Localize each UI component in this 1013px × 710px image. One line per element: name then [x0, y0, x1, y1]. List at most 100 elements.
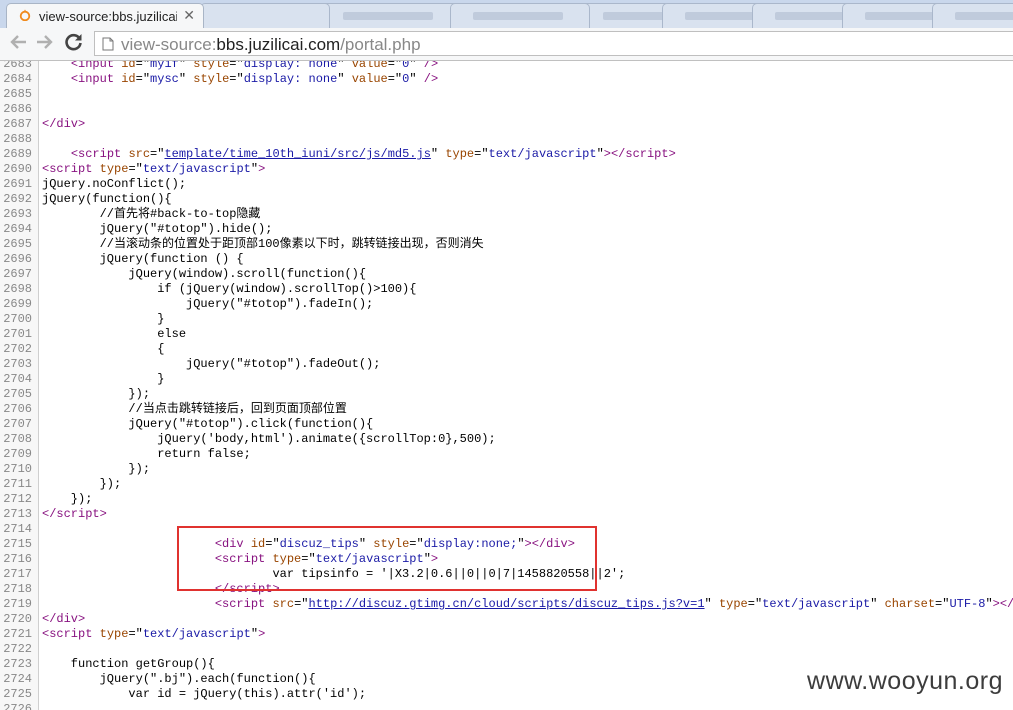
line-number: 2716: [3, 552, 32, 566]
line-code: else: [42, 327, 187, 341]
line-code: </script>: [42, 507, 107, 521]
background-tab[interactable]: [932, 3, 1013, 28]
line-code: jQuery(function(){: [42, 192, 172, 206]
line-code: jQuery("#totop").fadeIn();: [42, 297, 374, 311]
line-number: 2686: [3, 102, 32, 116]
background-tab[interactable]: [450, 3, 590, 28]
line-number: 2697: [3, 267, 32, 281]
source-line: 2705 });: [0, 387, 1013, 402]
source-line: 2703 jQuery("#totop").fadeOut();: [0, 357, 1013, 372]
line-number: 2700: [3, 312, 32, 326]
line-code: <script type="text/javascript">: [42, 162, 266, 176]
line-number: 2707: [3, 417, 32, 431]
line-code: <script src="template/time_10th_iuni/src…: [70, 147, 676, 161]
source-line: 2722: [0, 642, 1013, 657]
line-number: 2722: [3, 642, 32, 656]
line-number: 2720: [3, 612, 32, 626]
line-number: 2715: [3, 537, 32, 551]
source-line: 2695 //当滚动条的位置处于距顶部100像素以下时，跳转链接出现，否则消失: [0, 237, 1013, 252]
line-code: jQuery(window).scroll(function(){: [42, 267, 367, 281]
line-number: 2726: [3, 702, 32, 710]
line-code: </div>: [42, 612, 86, 626]
line-number: 2689: [3, 147, 32, 161]
source-line: 2684 <input id="mysc" style="display: no…: [0, 72, 1013, 87]
url-path: /portal.php: [340, 35, 421, 54]
address-bar[interactable]: view-source:bbs.juzilicai.com/portal.php: [94, 31, 1013, 56]
line-code: });: [42, 387, 151, 401]
line-number: 2721: [3, 627, 32, 641]
source-line: 2710 });: [0, 462, 1013, 477]
source-line: 2704 }: [0, 372, 1013, 387]
line-number: 2696: [3, 252, 32, 266]
line-number: 2713: [3, 507, 32, 521]
background-tab[interactable]: [842, 3, 955, 28]
line-number: 2723: [3, 657, 32, 671]
line-number: 2717: [3, 567, 32, 581]
source-line: 2687 </div>: [0, 117, 1013, 132]
line-code: }: [42, 312, 165, 326]
line-code: <script src="http://discuz.gtimg.cn/clou…: [214, 597, 1013, 611]
line-number: 2699: [3, 297, 32, 311]
line-number: 2688: [3, 132, 32, 146]
background-tab[interactable]: [752, 3, 865, 28]
source-line: 2689 <script src="template/time_10th_iun…: [0, 147, 1013, 162]
line-number: 2684: [3, 72, 32, 86]
line-code: jQuery('body,html').animate({scrollTop:0…: [42, 432, 496, 446]
url-host: bbs.juzilicai.com: [216, 35, 341, 54]
background-tab[interactable]: [580, 3, 693, 28]
line-code: var id = jQuery(this).attr('id');: [42, 687, 367, 701]
watermark: www.wooyun.org: [807, 667, 1003, 695]
line-code: //当点击跳转链接后，回到页面顶部位置: [42, 402, 347, 416]
line-code: return false;: [42, 447, 251, 461]
active-tab[interactable]: view-source:bbs.juzilicai ✕: [6, 3, 204, 28]
line-number: 2719: [3, 597, 32, 611]
line-code: jQuery.noConflict();: [42, 177, 187, 191]
line-number: 2698: [3, 282, 32, 296]
line-number: 2709: [3, 447, 32, 461]
line-code: jQuery("#totop").fadeOut();: [42, 357, 381, 371]
reload-icon[interactable]: [63, 32, 85, 54]
line-code: });: [42, 462, 151, 476]
background-tab[interactable]: [320, 3, 460, 28]
source-line: 2697 jQuery(window).scroll(function(){: [0, 267, 1013, 282]
close-tab-icon[interactable]: ✕: [183, 7, 195, 24]
source-line: 2713 </script>: [0, 507, 1013, 522]
background-tab[interactable]: [200, 3, 330, 28]
line-code: //当滚动条的位置处于距顶部100像素以下时，跳转链接出现，否则消失: [42, 237, 484, 251]
source-link[interactable]: http://discuz.gtimg.cn/cloud/scripts/dis…: [308, 597, 704, 611]
source-line: 2698 if (jQuery(window).scrollTop()>100)…: [0, 282, 1013, 297]
source-line: 2702 {: [0, 342, 1013, 357]
line-number: 2701: [3, 327, 32, 341]
line-number: 2708: [3, 432, 32, 446]
line-number: 2692: [3, 192, 32, 206]
source-line: 2707 jQuery("#totop").click(function(){: [0, 417, 1013, 432]
line-code: jQuery("#totop").click(function(){: [42, 417, 374, 431]
url-scheme: view-source:: [121, 35, 217, 54]
source-line: 2685: [0, 87, 1013, 102]
line-number: 2725: [3, 687, 32, 701]
line-number: 2695: [3, 237, 32, 251]
line-number: 2706: [3, 402, 32, 416]
blurred-tab-title: [955, 12, 1013, 20]
line-number: 2703: [3, 357, 32, 371]
line-number: 2714: [3, 522, 32, 536]
line-code: <input id="mysc" style="display: none" v…: [70, 72, 439, 86]
line-number: 2694: [3, 222, 32, 236]
background-tab[interactable]: [662, 3, 775, 28]
source-line: 2690 <script type="text/javascript">: [0, 162, 1013, 177]
line-number: 2710: [3, 462, 32, 476]
line-code: function getGroup(){: [42, 657, 215, 671]
line-code: <script type="text/javascript">: [42, 627, 266, 641]
source-line: 2701 else: [0, 327, 1013, 342]
source-line: 2712 });: [0, 492, 1013, 507]
line-number: 2691: [3, 177, 32, 191]
source-link[interactable]: template/time_10th_iuni/src/js/md5.js: [164, 147, 430, 161]
source-line: 2719 <script src="http://discuz.gtimg.cn…: [0, 597, 1013, 612]
source-view[interactable]: 2683 <input id="myif" style="display: no…: [0, 61, 1013, 710]
line-number: 2711: [3, 477, 32, 491]
red-highlight-box: [177, 526, 597, 591]
back-arrow-icon[interactable]: [8, 32, 30, 54]
forward-arrow-icon[interactable]: [33, 32, 55, 54]
browser-toolbar: view-source:bbs.juzilicai.com/portal.php: [0, 28, 1013, 61]
source-line: 2694 jQuery("#totop").hide();: [0, 222, 1013, 237]
